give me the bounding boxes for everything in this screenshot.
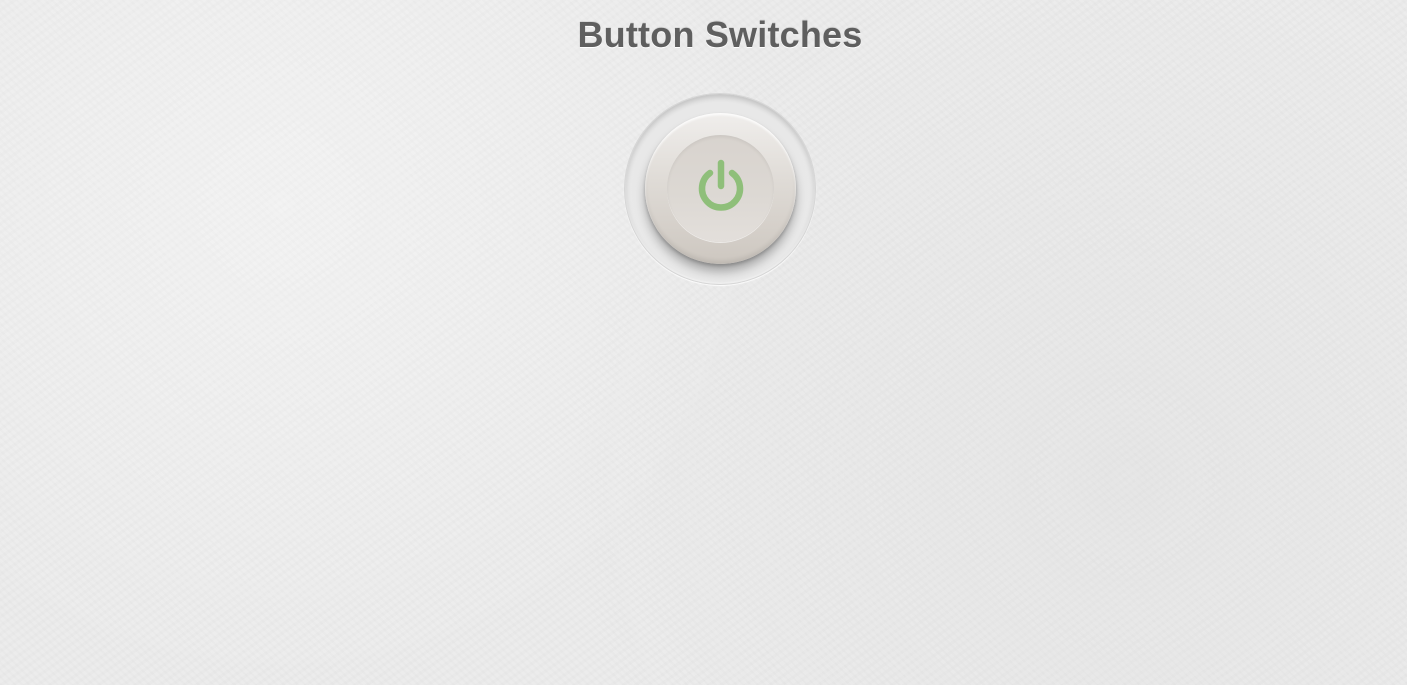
power-icon [698, 159, 744, 211]
power-button-face [667, 135, 774, 242]
page-title: Button Switches [577, 14, 863, 55]
power-button[interactable] [645, 113, 796, 264]
